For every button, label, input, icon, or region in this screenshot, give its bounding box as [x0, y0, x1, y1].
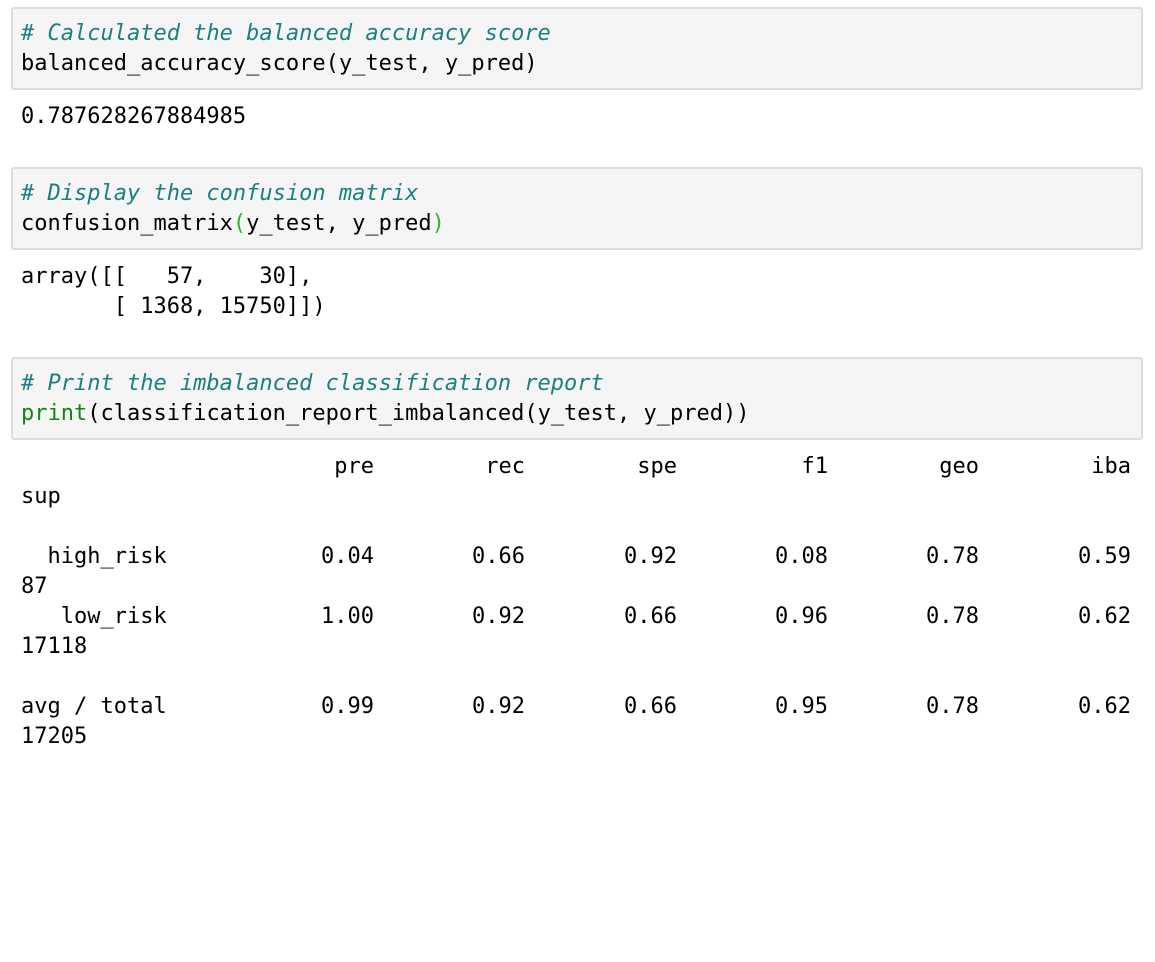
table-cell: 0.78	[926, 544, 979, 569]
table-cell: 0.78	[926, 604, 979, 629]
code-line: confusion_matrix(y_test, y_pred)	[21, 209, 445, 239]
table-cell: 0.92	[472, 694, 525, 719]
code-comment: # Display the confusion matrix	[21, 181, 419, 206]
table-cell: 0.92	[472, 604, 525, 629]
column-header: pre	[334, 454, 374, 479]
table-cell: 0.04	[321, 544, 374, 569]
code-cell-2[interactable]: # Display the confusion matrix confusion…	[11, 167, 1143, 250]
table-cell: 0.66	[624, 694, 677, 719]
code-line: balanced_accuracy_score(y_test, y_pred)	[21, 51, 538, 76]
code-cell-3[interactable]: # Print the imbalanced classification re…	[11, 357, 1143, 440]
table-cell: 0.78	[926, 694, 979, 719]
code-line: print(classification_report_imbalanced(y…	[21, 399, 750, 429]
table-cell: 1.00	[321, 604, 374, 629]
code-args: y_test, y_pred	[246, 211, 432, 236]
column-header: geo	[939, 454, 979, 479]
cell-output-1: 0.787628267884985	[21, 104, 247, 129]
row-support: 17118	[21, 634, 88, 659]
row-support: 87	[21, 574, 48, 599]
table-cell: 0.62	[1078, 604, 1131, 629]
code-comment: # Calculated the balanced accuracy score	[21, 21, 551, 46]
report-row: high_risk 0.04 0.66 0.92 0.08 0.78 0.59	[21, 542, 1131, 572]
matched-paren: (	[232, 211, 247, 236]
report-row: low_risk 1.00 0.92 0.66 0.96 0.78 0.62	[21, 602, 1131, 632]
table-cell: 0.66	[624, 604, 677, 629]
report-header-row: pre rec spe f1 geo iba	[21, 452, 1131, 482]
row-label: high_risk	[21, 544, 167, 569]
code-function: confusion_matrix	[21, 211, 233, 236]
report-row: avg / total 0.99 0.92 0.66 0.95 0.78 0.6…	[21, 692, 1131, 722]
table-cell: 0.66	[472, 544, 525, 569]
matched-paren: )	[431, 211, 445, 236]
code-rest: (classification_report_imbalanced(y_test…	[87, 401, 750, 426]
row-support: 17205	[21, 724, 88, 749]
table-cell: 0.08	[775, 544, 828, 569]
table-cell: 0.92	[624, 544, 677, 569]
cell-output-2-line-1: array([[ 57, 30],	[21, 264, 313, 289]
row-label: low_risk	[21, 604, 167, 629]
table-cell: 0.95	[775, 694, 828, 719]
table-cell: 0.62	[1078, 694, 1131, 719]
column-header: rec	[485, 454, 525, 479]
code-cell-1[interactable]: # Calculated the balanced accuracy score…	[11, 7, 1143, 90]
column-header-sup: sup	[21, 484, 61, 509]
row-label: avg / total	[21, 694, 167, 719]
cell-output-2-line-2: [ 1368, 15750]])	[21, 294, 326, 319]
code-comment: # Print the imbalanced classification re…	[21, 371, 604, 396]
column-header: iba	[1091, 454, 1131, 479]
column-header: spe	[637, 454, 677, 479]
column-header: f1	[801, 454, 829, 479]
table-cell: 0.96	[775, 604, 828, 629]
table-cell: 0.99	[321, 694, 374, 719]
code-builtin: print	[21, 401, 88, 426]
table-cell: 0.59	[1078, 544, 1131, 569]
